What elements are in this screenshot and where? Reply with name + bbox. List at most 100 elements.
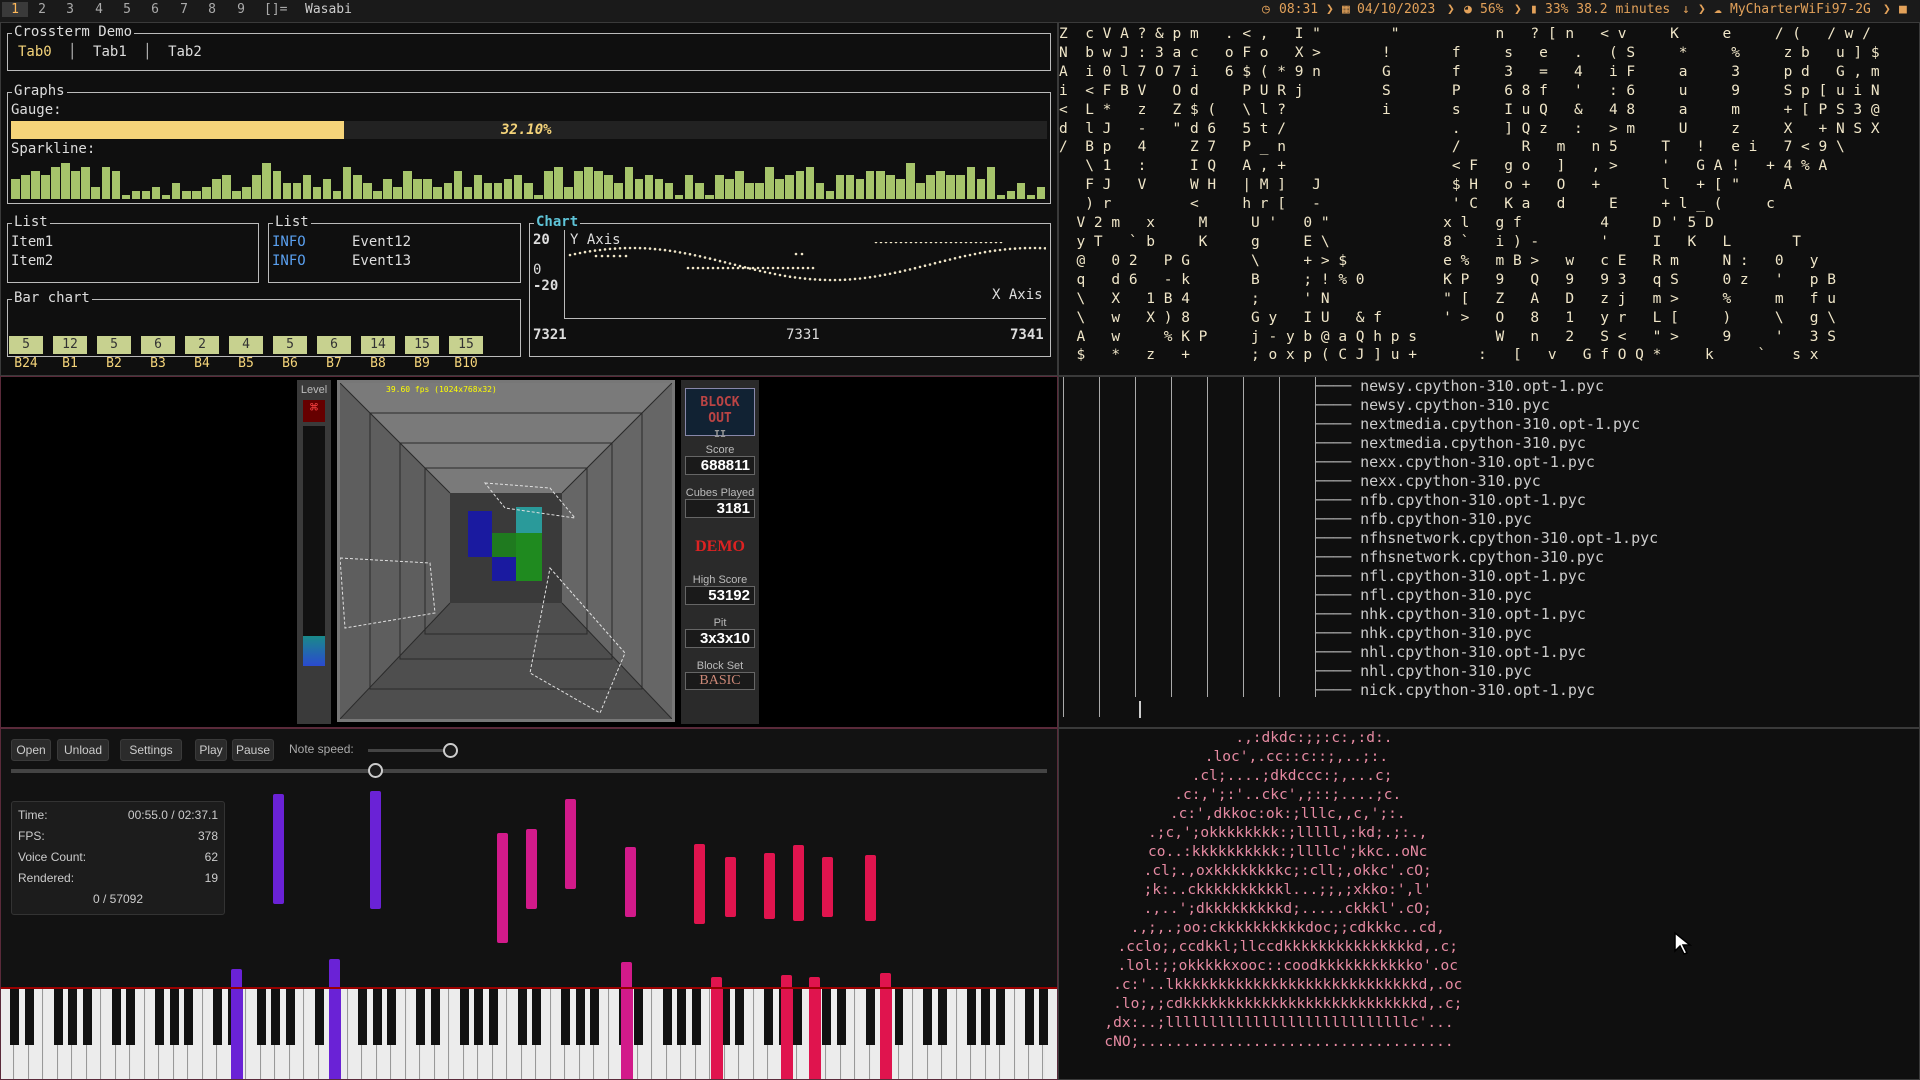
tree-entry[interactable]: ──── nhl.cpython-310.opt-1.pyc — [1315, 643, 1658, 662]
black-key[interactable] — [517, 989, 527, 1045]
game-pit[interactable]: 39.60 fps (1024x768x32) — [337, 380, 675, 722]
black-key[interactable] — [24, 989, 34, 1045]
seek-bar[interactable] — [11, 769, 1047, 773]
note-bar — [497, 833, 508, 943]
tree-entry[interactable]: ──── nfhsnetwork.cpython-310.pyc — [1315, 548, 1658, 567]
black-key[interactable] — [937, 989, 947, 1045]
bar-chart-column: 6 B3 — [141, 336, 175, 371]
tab-2[interactable]: Tab2 — [168, 44, 202, 60]
black-key[interactable] — [387, 989, 397, 1045]
log-row[interactable]: INFO Event13 — [272, 252, 411, 271]
matrix-line: ) r < h r [ - ' C K a d E + l _ ( c — [1059, 196, 1775, 213]
seek-handle[interactable] — [368, 763, 383, 778]
black-key[interactable] — [836, 989, 846, 1045]
black-key[interactable] — [923, 989, 933, 1045]
settings-button[interactable]: Settings — [120, 739, 182, 761]
tree-entry[interactable]: ──── nfb.cpython-310.opt-1.pyc — [1315, 491, 1658, 510]
layout-indicator[interactable]: []= — [264, 2, 287, 17]
black-key[interactable] — [966, 989, 976, 1045]
black-key[interactable] — [82, 989, 92, 1045]
workspace-1[interactable]: 1 — [2, 2, 28, 17]
tree-branch: ──── — [1315, 624, 1361, 642]
black-key[interactable] — [981, 989, 991, 1045]
black-key[interactable] — [532, 989, 542, 1045]
workspace-7[interactable]: 7 — [171, 2, 197, 17]
black-key[interactable] — [894, 989, 904, 1045]
note-speed-slider[interactable] — [368, 749, 452, 752]
list-item[interactable]: Item1 — [11, 233, 53, 252]
tree-entry[interactable]: ──── nhl.cpython-310.pyc — [1315, 662, 1658, 681]
tree-entry[interactable]: ──── nfl.cpython-310.pyc — [1315, 586, 1658, 605]
play-button[interactable]: Play — [195, 739, 227, 761]
black-key[interactable] — [793, 989, 803, 1045]
black-key[interactable] — [372, 989, 382, 1045]
black-key[interactable] — [68, 989, 78, 1045]
tab-0[interactable]: Tab0 — [18, 44, 52, 60]
black-key[interactable] — [691, 989, 701, 1045]
workspace-3[interactable]: 3 — [57, 2, 83, 17]
tree-entry[interactable]: ──── newsy.cpython-310.opt-1.pyc — [1315, 377, 1658, 396]
black-key[interactable] — [213, 989, 223, 1045]
black-key[interactable] — [459, 989, 469, 1045]
log-level: INFO — [272, 253, 306, 269]
black-key[interactable] — [662, 989, 672, 1045]
tree-entry[interactable]: ──── nhk.cpython-310.opt-1.pyc — [1315, 605, 1658, 624]
tree-entry[interactable]: ──── nexx.cpython-310.opt-1.pyc — [1315, 453, 1658, 472]
black-key[interactable] — [561, 989, 571, 1045]
black-key[interactable] — [865, 989, 875, 1045]
tree-entry[interactable]: ──── nfl.cpython-310.opt-1.pyc — [1315, 567, 1658, 586]
workspace-5[interactable]: 5 — [114, 2, 140, 17]
black-key[interactable] — [155, 989, 165, 1045]
black-key[interactable] — [822, 989, 832, 1045]
tree-entry[interactable]: ──── nhk.cpython-310.pyc — [1315, 624, 1658, 643]
black-key[interactable] — [285, 989, 295, 1045]
black-key[interactable] — [271, 989, 281, 1045]
notes-count: 0 / 57092 — [92, 892, 144, 906]
power-icon[interactable]: ■ — [1899, 2, 1907, 17]
log-row[interactable]: INFO Event12 — [272, 233, 411, 252]
note-speed-handle[interactable] — [443, 743, 458, 758]
bar-chart-bar: 6 — [317, 336, 351, 354]
workspace-2[interactable]: 2 — [29, 2, 55, 17]
workspace-9[interactable]: 9 — [228, 2, 254, 17]
black-key[interactable] — [1039, 989, 1049, 1045]
black-key[interactable] — [416, 989, 426, 1045]
piano-keyboard[interactable] — [1, 987, 1057, 1079]
sparkline-bar — [845, 175, 855, 199]
black-key[interactable] — [430, 989, 440, 1045]
black-key[interactable] — [677, 989, 687, 1045]
black-key[interactable] — [488, 989, 498, 1045]
black-key[interactable] — [314, 989, 324, 1045]
workspace-8[interactable]: 8 — [199, 2, 225, 17]
workspace-4[interactable]: 4 — [86, 2, 112, 17]
black-key[interactable] — [126, 989, 136, 1045]
unload-button[interactable]: Unload — [57, 739, 109, 761]
black-key[interactable] — [995, 989, 1005, 1045]
black-key[interactable] — [633, 989, 643, 1045]
black-key[interactable] — [575, 989, 585, 1045]
black-key[interactable] — [111, 989, 121, 1045]
black-key[interactable] — [358, 989, 368, 1045]
black-key[interactable] — [256, 989, 266, 1045]
black-key[interactable] — [10, 989, 20, 1045]
black-key[interactable] — [474, 989, 484, 1045]
tree-entry[interactable]: ──── nfb.cpython-310.pyc — [1315, 510, 1658, 529]
tree-entry[interactable]: ──── nextmedia.cpython-310.pyc — [1315, 434, 1658, 453]
black-key[interactable] — [169, 989, 179, 1045]
black-key[interactable] — [1024, 989, 1034, 1045]
black-key[interactable] — [590, 989, 600, 1045]
tree-entry[interactable]: ──── nextmedia.cpython-310.opt-1.pyc — [1315, 415, 1658, 434]
black-key[interactable] — [184, 989, 194, 1045]
open-button[interactable]: Open — [11, 739, 51, 761]
tree-entry[interactable]: ──── nexx.cpython-310.pyc — [1315, 472, 1658, 491]
tree-entry[interactable]: ──── nfhsnetwork.cpython-310.opt-1.pyc — [1315, 529, 1658, 548]
tab-1[interactable]: Tab1 — [93, 44, 127, 60]
black-key[interactable] — [53, 989, 63, 1045]
workspace-6[interactable]: 6 — [142, 2, 168, 17]
black-key[interactable] — [764, 989, 774, 1045]
pause-button[interactable]: Pause — [232, 739, 274, 761]
tree-entry[interactable]: ──── nick.cpython-310.opt-1.pyc — [1315, 681, 1658, 700]
tree-entry[interactable]: ──── newsy.cpython-310.pyc — [1315, 396, 1658, 415]
black-key[interactable] — [735, 989, 745, 1045]
list-item[interactable]: Item2 — [11, 252, 53, 271]
